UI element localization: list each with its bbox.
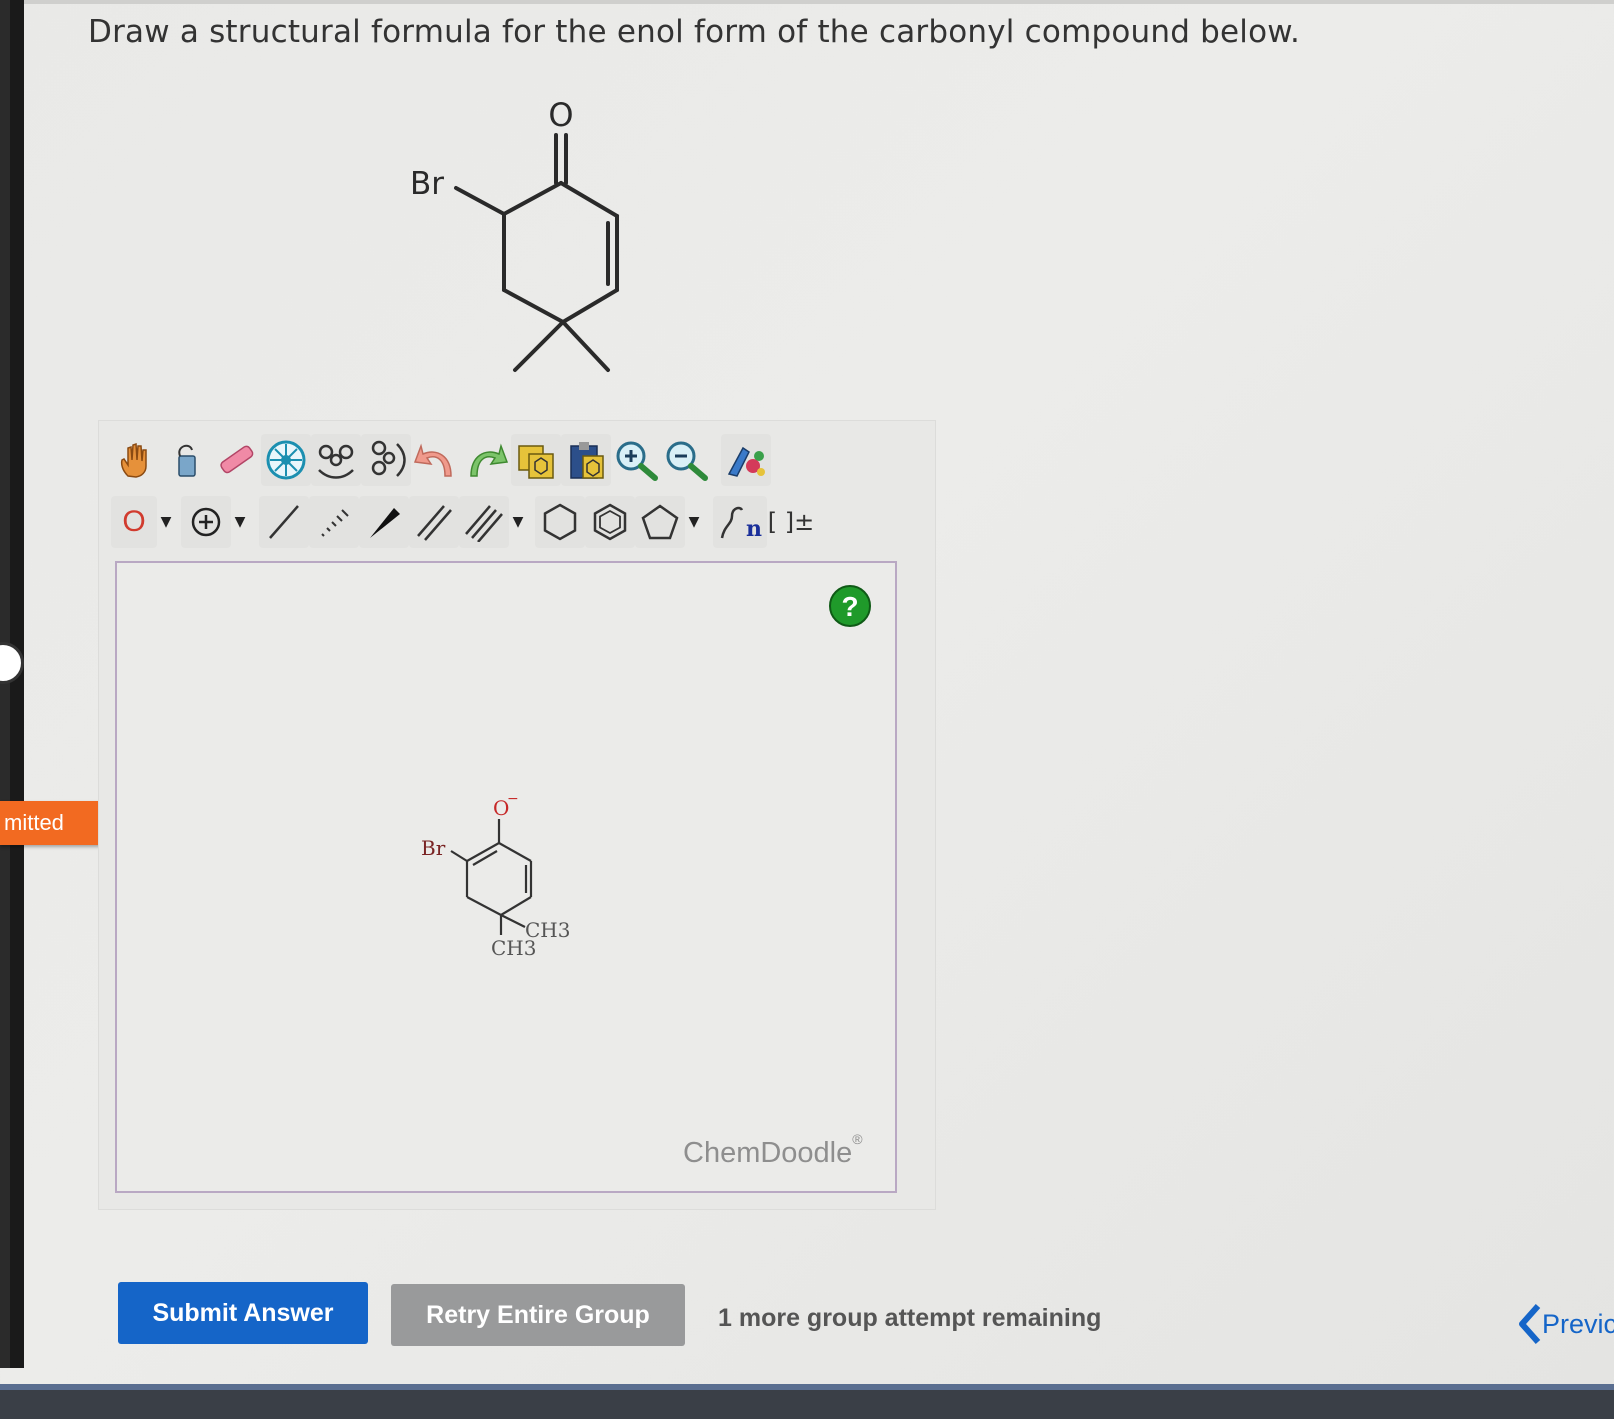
drawn-structure: O − Br CH3 CH3 (407, 785, 607, 989)
previous-label: Previc (1542, 1308, 1614, 1339)
brand-mark: ® (852, 1131, 863, 1147)
ring-bond (559, 181, 619, 218)
question-text: Draw a structural formula for the enol f… (88, 14, 1301, 50)
bracket-label: [ ]± (767, 508, 815, 536)
wedge-bond-icon[interactable] (359, 496, 409, 548)
submit-answer-button[interactable]: Submit Answer (118, 1282, 368, 1344)
center-icon[interactable] (261, 434, 311, 486)
flip-vertical-icon[interactable] (361, 434, 411, 486)
oxygen-label: O (548, 96, 573, 134)
bottom-bar (0, 1384, 1614, 1419)
ring-dropdown-icon[interactable]: ▼ (685, 496, 703, 548)
zoom-in-icon[interactable] (611, 434, 661, 486)
molecule-structure: O Br (410, 96, 619, 372)
help-button[interactable]: ? (829, 585, 871, 627)
bracket-charge-icon[interactable]: [ ]± (767, 496, 815, 548)
top-border (0, 0, 1614, 4)
previous-link[interactable]: Previc (1516, 1302, 1614, 1346)
methyl-bond (561, 320, 610, 372)
drawn-ring-bond (500, 896, 532, 916)
atom-tool[interactable]: O (111, 496, 157, 548)
charge-plus-icon[interactable] (181, 496, 231, 548)
drawing-canvas[interactable]: ? O − Br CH3 CH3 ChemDoodle® (115, 561, 897, 1193)
dashed-bond-icon[interactable] (309, 496, 359, 548)
retry-entire-group-button[interactable]: Retry Entire Group (391, 1284, 685, 1346)
undo-icon[interactable] (411, 434, 461, 486)
chevron-left-icon (1519, 1304, 1541, 1344)
clean-structure-icon[interactable] (721, 434, 771, 486)
copy-icon[interactable] (511, 434, 561, 486)
lasso-icon[interactable] (161, 434, 211, 486)
double-bond-icon[interactable] (409, 496, 459, 548)
benzene-icon[interactable] (585, 496, 635, 548)
drawn-ring-double (472, 850, 498, 866)
triple-bond-icon[interactable] (459, 496, 509, 548)
attempts-remaining: 1 more group attempt remaining (718, 1304, 1102, 1332)
given-molecule: O Br (380, 90, 640, 384)
drawn-br-bond (450, 850, 468, 862)
paste-icon[interactable] (561, 434, 611, 486)
ring-bond (502, 181, 563, 216)
atom-tool-label: O (122, 505, 146, 538)
ring-bond (561, 288, 619, 324)
polymer-label: n (746, 516, 762, 542)
brand-text: ChemDoodle (683, 1137, 853, 1169)
zoom-out-icon[interactable] (661, 434, 711, 486)
drawn-methyl-2: CH3 (491, 936, 536, 960)
polymer-icon[interactable]: n (713, 496, 767, 548)
toolbar-row-1 (111, 431, 771, 489)
redo-icon[interactable] (461, 434, 511, 486)
bromine-label: Br (410, 166, 444, 202)
drawn-methyl-bond (500, 914, 526, 928)
chemdoodle-brand: ChemDoodle® (683, 1131, 863, 1170)
chemdoodle-sketcher: O ▼ ▼ ▼ ▼ n []± ? O − Br CH3 CH3 ChemDo… (98, 420, 936, 1210)
drawn-structure-svg: O − Br CH3 CH3 (421, 791, 570, 960)
status-tag: mitted (0, 801, 106, 845)
single-bond-icon[interactable] (259, 496, 309, 548)
cyclohexane-icon[interactable] (535, 496, 585, 548)
left-frame-inner (0, 0, 10, 1368)
charge-dropdown-icon[interactable]: ▼ (231, 496, 249, 548)
cyclopentane-icon[interactable] (635, 496, 685, 548)
drawn-ring-bond (498, 842, 532, 862)
ring-bond (502, 288, 565, 324)
left-frame-bar (0, 0, 24, 1368)
hand-icon[interactable] (111, 434, 161, 486)
eraser-icon[interactable] (211, 434, 261, 486)
toolbar-row-2: O ▼ ▼ ▼ ▼ n []± (111, 493, 815, 551)
drawn-charge: − (507, 791, 519, 807)
atom-dropdown-icon[interactable]: ▼ (157, 496, 175, 548)
bromine-bond (454, 186, 506, 216)
methyl-bond (513, 320, 565, 372)
bond-dropdown-icon[interactable]: ▼ (509, 496, 527, 548)
drawn-ring-bond (466, 896, 502, 916)
drawn-bromine: Br (421, 836, 446, 860)
flip-horizontal-icon[interactable] (311, 434, 361, 486)
